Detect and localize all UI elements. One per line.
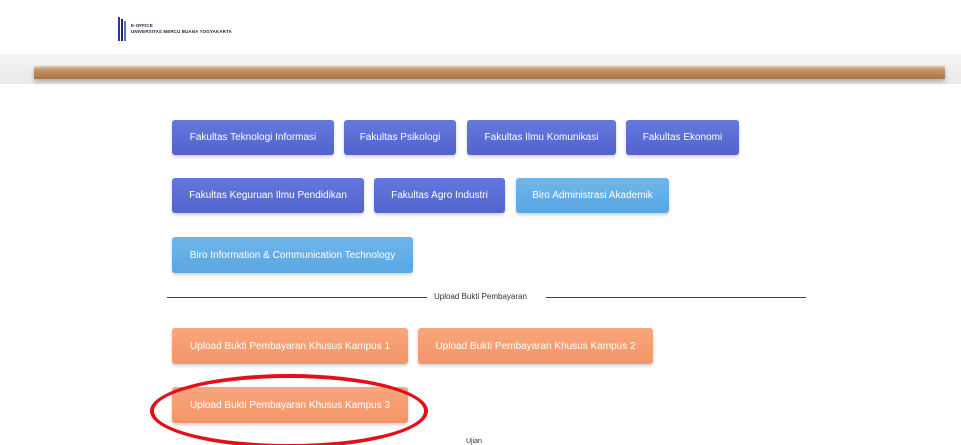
page: E-OFFICE UNIVERSITAS MERCU BUANA YOGYAKA… [0, 0, 961, 445]
button-upload-kampus-3[interactable]: Upload Bukti Pembayaran Khusus Kampus 3 [172, 387, 408, 423]
site-logo[interactable]: E-OFFICE UNIVERSITAS MERCU BUANA YOGYAKA… [118, 17, 232, 41]
university-logo-icon [118, 17, 126, 41]
upload-section-title: Upload Bukti Pembayaran [434, 292, 527, 301]
ujian-section-title: Ujian [466, 438, 482, 445]
button-fakultas-ilmu-komunikasi[interactable]: Fakultas Ilmu Komunikasi [467, 120, 616, 155]
button-fakultas-keguruan-ilmu-pendidikan[interactable]: Fakultas Keguruan Ilmu Pendidikan [172, 178, 364, 213]
divider-line-left [167, 297, 427, 298]
button-fakultas-psikologi[interactable]: Fakultas Psikologi [344, 120, 456, 155]
logo-line-2: UNIVERSITAS MERCU BUANA YOGYAKARTA [131, 29, 232, 34]
button-upload-kampus-2[interactable]: Upload Bukti Pembayaran Khusus Kampus 2 [418, 328, 653, 364]
button-biro-information-communication-technology[interactable]: Biro Information & Communication Technol… [172, 237, 413, 273]
button-fakultas-agro-industri[interactable]: Fakultas Agro Industri [374, 178, 505, 213]
logo-text: E-OFFICE UNIVERSITAS MERCU BUANA YOGYAKA… [131, 23, 232, 35]
button-biro-administrasi-akademik[interactable]: Biro Administrasi Akademik [516, 178, 669, 213]
button-upload-kampus-1[interactable]: Upload Bukti Pembayaran Khusus Kampus 1 [172, 328, 408, 364]
button-fakultas-teknologi-informasi[interactable]: Fakultas Teknologi Informasi [172, 120, 334, 155]
button-fakultas-ekonomi[interactable]: Fakultas Ekonomi [626, 120, 739, 155]
divider-line-right [546, 297, 806, 298]
wooden-shelf-image [34, 66, 945, 79]
